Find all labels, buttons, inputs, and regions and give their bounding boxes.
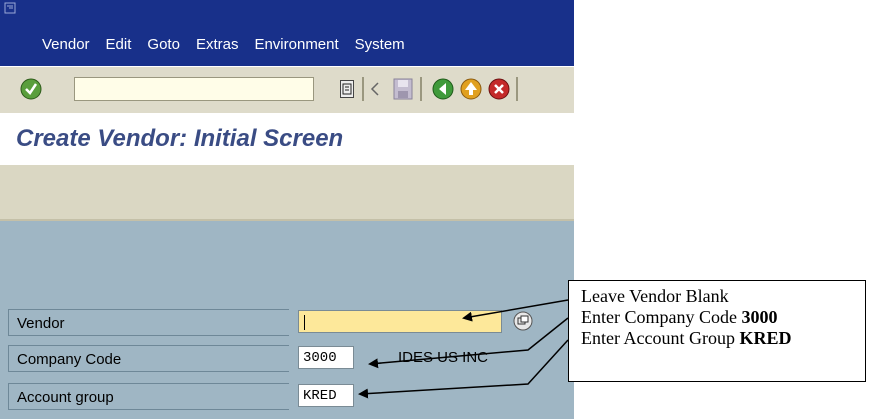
text-cursor bbox=[304, 315, 305, 330]
cancel-icon[interactable] bbox=[488, 78, 510, 100]
company-code-input[interactable]: 3000 bbox=[298, 346, 354, 369]
menu-item-vendor[interactable]: Vendor bbox=[42, 36, 90, 53]
callout-text-company-code: Enter Company Code bbox=[581, 307, 737, 327]
menu-item-environment[interactable]: Environment bbox=[254, 36, 338, 53]
callout-value-company-code: 3000 bbox=[741, 307, 778, 327]
command-field[interactable] bbox=[74, 77, 314, 101]
instruction-callout: Leave Vendor Blank Enter Company Code 30… bbox=[568, 280, 866, 382]
toolbar-separator bbox=[516, 77, 518, 101]
account-group-label-box: Account group bbox=[8, 383, 289, 410]
toolbar-separator bbox=[420, 77, 422, 101]
company-code-row: Company Code 3000 IDES US INC bbox=[8, 345, 574, 372]
menu-bar: Vendor Edit Goto Extras Environment Syst… bbox=[0, 0, 574, 66]
main-area: Vendor Company Code 3000 IDES US INC Acc… bbox=[0, 221, 574, 419]
menu-item-extras[interactable]: Extras bbox=[196, 36, 239, 53]
standard-toolbar bbox=[0, 66, 574, 114]
account-group-row: Account group KRED bbox=[8, 383, 574, 410]
company-code-label: Company Code bbox=[17, 351, 122, 368]
menu-item-system[interactable]: System bbox=[355, 36, 405, 53]
back-arrow-icon[interactable] bbox=[370, 81, 380, 97]
back-icon[interactable] bbox=[432, 78, 454, 100]
vendor-row: Vendor bbox=[8, 309, 574, 336]
callout-value-account-group: KRED bbox=[739, 328, 792, 348]
matchcode-search-icon[interactable] bbox=[513, 311, 533, 331]
account-group-input[interactable]: KRED bbox=[298, 384, 354, 407]
menu: Vendor Edit Goto Extras Environment Syst… bbox=[42, 36, 421, 53]
system-menu-icon[interactable] bbox=[4, 2, 16, 14]
vendor-label-box: Vendor bbox=[8, 309, 289, 336]
toolbar-separator bbox=[362, 77, 364, 101]
exit-icon[interactable] bbox=[460, 78, 482, 100]
enter-check-icon[interactable] bbox=[20, 78, 42, 100]
menu-item-edit[interactable]: Edit bbox=[106, 36, 132, 53]
page-title: Create Vendor: Initial Screen bbox=[16, 125, 344, 152]
menu-item-goto[interactable]: Goto bbox=[147, 36, 180, 53]
company-code-label-box: Company Code bbox=[8, 345, 289, 372]
callout-text-vendor: Leave Vendor Blank bbox=[581, 286, 729, 306]
callout-line-company-code: Enter Company Code 3000 bbox=[581, 307, 865, 328]
company-code-description: IDES US INC bbox=[398, 349, 489, 366]
application-toolbar bbox=[0, 165, 574, 221]
callout-text-account-group: Enter Account Group bbox=[581, 328, 735, 348]
vendor-label: Vendor bbox=[17, 315, 65, 332]
sap-window: Vendor Edit Goto Extras Environment Syst… bbox=[0, 0, 574, 419]
command-history-icon[interactable] bbox=[340, 80, 354, 98]
account-group-label: Account group bbox=[17, 389, 114, 406]
callout-line-account-group: Enter Account Group KRED bbox=[581, 328, 865, 349]
vendor-input[interactable] bbox=[298, 310, 502, 333]
callout-line-vendor: Leave Vendor Blank bbox=[581, 286, 865, 307]
title-bar: Create Vendor: Initial Screen bbox=[0, 113, 574, 165]
save-icon[interactable] bbox=[393, 78, 413, 100]
